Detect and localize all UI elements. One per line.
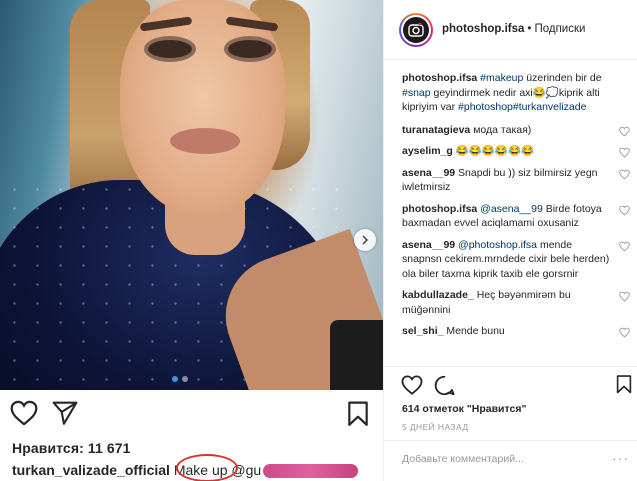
comment-item: asena__99 @photoshop.ifsa mende snapnsn … bbox=[402, 238, 630, 282]
comment-item: ayselim_g 😂😂😂😂😂😂 bbox=[402, 144, 630, 159]
header-text: photoshop.ifsa • Подписки bbox=[442, 23, 586, 35]
post-timestamp[interactable]: 5 дней назад bbox=[402, 422, 468, 432]
photo-eye-right bbox=[228, 40, 272, 58]
carousel-dot bbox=[182, 376, 188, 382]
comment-like-icon[interactable] bbox=[619, 147, 630, 158]
mention-link[interactable]: @asena__99 bbox=[477, 203, 543, 215]
save-button[interactable] bbox=[347, 401, 369, 427]
comment-username[interactable]: ayselim_g bbox=[402, 145, 453, 157]
redaction-mark bbox=[263, 464, 359, 479]
more-options-icon[interactable]: ··· bbox=[612, 450, 629, 466]
photo-chair bbox=[330, 320, 383, 390]
header-username[interactable]: photoshop.ifsa bbox=[442, 23, 524, 35]
paper-plane-icon bbox=[52, 401, 78, 425]
avatar[interactable] bbox=[399, 13, 433, 47]
post-side-panel: photoshop.ifsa • Подписки photoshop.ifsa #… bbox=[384, 0, 637, 481]
comment-like-icon[interactable] bbox=[619, 327, 630, 338]
comment-input-divider bbox=[384, 440, 637, 441]
comment-item: photoshop.ifsa @asena__99 Birde fotoya b… bbox=[402, 202, 630, 231]
photo-eye-left bbox=[148, 40, 192, 58]
comment-username[interactable]: photoshop.ifsa bbox=[402, 72, 477, 84]
like-button[interactable] bbox=[10, 400, 38, 426]
comment-like-icon[interactable] bbox=[619, 241, 630, 252]
post-likes-count: Нравится: 11 671 bbox=[12, 440, 131, 456]
photo-face bbox=[120, 0, 285, 215]
bookmark-icon bbox=[616, 375, 632, 394]
panel-save-button[interactable] bbox=[616, 374, 632, 395]
hashtag-link[interactable]: #snap bbox=[402, 87, 431, 99]
comments-list: photoshop.ifsa #makeup üzerinden bir de … bbox=[402, 71, 630, 346]
comment-username[interactable]: kabdullazade_ bbox=[402, 289, 474, 301]
comment-item: sel_shi_ Mende bunu bbox=[402, 324, 630, 339]
post-header: photoshop.ifsa • Подписки bbox=[384, 0, 637, 60]
caption-username[interactable]: turkan_valizade_official bbox=[12, 462, 170, 478]
comment-username[interactable]: photoshop.ifsa bbox=[402, 203, 477, 215]
comment-item: turanatagieva мода такая) bbox=[402, 123, 630, 138]
left-action-bar: Нравится: 11 671 turkan_valizade_officia… bbox=[0, 390, 383, 481]
panel-likes-count[interactable]: 614 отметок "Нравится" bbox=[402, 403, 526, 415]
carousel-next-button[interactable] bbox=[354, 229, 376, 251]
carousel-dot-active bbox=[172, 376, 178, 382]
post-photo[interactable] bbox=[0, 0, 383, 390]
share-button[interactable] bbox=[52, 401, 78, 425]
comment-username[interactable]: sel_shi_ bbox=[402, 325, 443, 337]
comment-like-icon[interactable] bbox=[619, 291, 630, 302]
follow-button[interactable]: Подписки bbox=[534, 23, 585, 35]
add-comment-input[interactable]: Добавьте комментарий... bbox=[402, 453, 627, 465]
chevron-right-icon bbox=[362, 235, 369, 245]
comment-button[interactable] bbox=[434, 375, 455, 396]
comment-like-icon[interactable] bbox=[619, 126, 630, 137]
annotation-circle bbox=[176, 454, 238, 481]
panel-action-bar bbox=[384, 367, 637, 407]
hashtag-link[interactable]: #makeup bbox=[480, 72, 523, 84]
mention-link[interactable]: @photoshop.ifsa bbox=[455, 239, 537, 251]
comment-like-icon[interactable] bbox=[619, 169, 630, 180]
comment-username[interactable]: asena__99 bbox=[402, 239, 455, 251]
comment-like-icon[interactable] bbox=[619, 205, 630, 216]
post-caption: photoshop.ifsa #makeup üzerinden bir de … bbox=[402, 72, 602, 113]
comment-item: kabdullazade_ Heç bəyənmirəm bu müğənnin… bbox=[402, 288, 630, 317]
camera-icon bbox=[408, 23, 424, 37]
hashtag-link[interactable]: #photoshop bbox=[458, 101, 513, 113]
comment-text: мода такая) bbox=[470, 123, 532, 136]
photo-lips bbox=[170, 128, 240, 154]
comment-text: Mende bunu bbox=[443, 325, 505, 337]
comment-username[interactable]: turanatagieva bbox=[402, 124, 470, 136]
heart-icon bbox=[401, 375, 423, 395]
hashtag-link[interactable]: #turkanvelizade bbox=[513, 101, 587, 113]
heart-icon bbox=[10, 400, 38, 426]
comment-text: 😂😂😂😂😂😂 bbox=[452, 145, 535, 157]
speech-bubble-icon bbox=[434, 375, 455, 396]
carousel-dots bbox=[172, 376, 188, 382]
comment-username[interactable]: asena__99 bbox=[402, 167, 455, 179]
comment-item: asena__99 Snapdi bu )) siz bilmirsiz yeg… bbox=[402, 166, 630, 195]
panel-like-button[interactable] bbox=[401, 375, 423, 395]
bookmark-icon bbox=[348, 401, 368, 426]
